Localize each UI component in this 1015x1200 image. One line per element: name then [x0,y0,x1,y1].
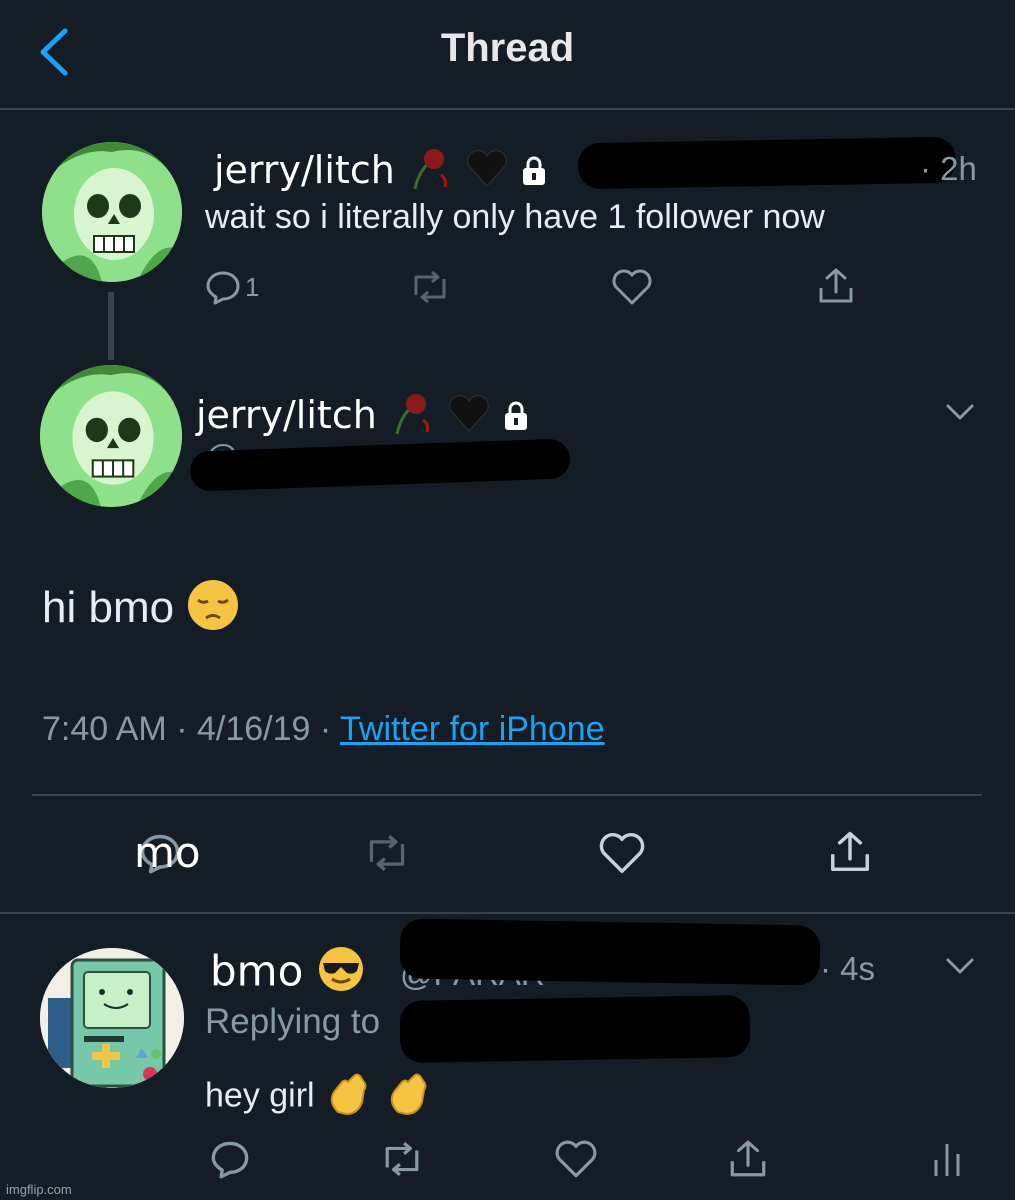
redacted-handle [399,918,821,986]
tweet1-name-row: jerry/litch [214,145,547,200]
avatar-jerry-main[interactable] [40,365,182,507]
reply-name-row: bmo [210,945,365,1003]
reply-analytics-button[interactable] [922,1134,972,1184]
reply-like-button[interactable] [546,1134,606,1184]
reply-text: hey girl [205,1076,315,1115]
analytics-icon [934,1144,960,1176]
waving-hand-icon [324,1068,374,1127]
share-icon [730,1140,766,1177]
main-tweet-menu-button[interactable] [935,392,985,432]
lock-icon [503,396,529,440]
main-timestamp: 7:40 AM · 4/16/19 · [42,710,340,748]
pensive-face-icon [186,578,240,643]
share-icon [831,831,869,871]
heart-icon [612,269,652,305]
share-icon [819,268,853,303]
heart-icon [599,833,645,873]
thread-connector-line [108,292,114,360]
redacted-handle [577,136,957,190]
main-display-name[interactable]: jerry/litch [196,393,377,437]
main-name-row: jerry/litch [196,390,529,445]
reply-time: · 4s [820,950,876,987]
black-heart-icon [447,393,491,442]
bmo-avatar-image [40,948,184,1088]
tweet1-display-name[interactable]: jerry/litch [214,148,395,192]
main-tweet-text-row: hi bmo [42,578,240,643]
main-tweet-text: hi bmo [42,583,175,633]
retweet-icon [385,1141,419,1177]
heart-icon [555,1140,597,1178]
skull-avatar-image [42,142,182,282]
thread-header: Thread [0,0,1015,110]
reply-retweet-button[interactable] [372,1134,432,1184]
wilted-rose-icon [389,390,435,445]
retweet-icon [369,835,405,871]
tweet1-like-button[interactable] [602,262,662,312]
tweet1-reply-button[interactable]: 1 [205,262,285,312]
retweet-icon [414,270,446,304]
wilted-rose-icon [407,145,453,200]
overlay-text: mo [134,828,201,877]
waving-hand-icon [384,1068,434,1127]
replying-to-label: Replying to [205,1002,381,1041]
avatar-bmo[interactable] [40,948,184,1088]
tweet1-share-button[interactable] [806,260,866,312]
chevron-down-icon [946,404,974,420]
skull-avatar-image [40,365,182,507]
sunglasses-face-icon [317,945,365,1003]
reply-display-name[interactable]: bmo [210,947,303,996]
lock-icon [521,151,547,195]
divider [0,912,1015,914]
reply-text-row: hey girl [205,1068,434,1127]
watermark: imgflip.com [6,1182,72,1197]
tweet1-text: wait so i literally only have 1 follower… [205,198,825,236]
reply-icon [211,1141,249,1179]
tweet1-retweet-button[interactable] [400,262,460,312]
divider [32,794,982,796]
reply-share-button[interactable] [718,1132,778,1186]
redacted-handle [189,438,571,492]
avatar-jerry[interactable] [42,142,182,282]
reply-icon [206,271,240,305]
black-heart-icon [465,148,509,197]
reply-reply-button[interactable] [202,1134,258,1184]
tweet1-time: · 2h [920,150,977,187]
source-link[interactable]: Twitter for iPhone [340,710,605,748]
main-timestamp-row: 7:40 AM · 4/16/19 · Twitter for iPhone [42,710,605,749]
main-share-button[interactable] [818,822,882,882]
redacted-reply-handle[interactable] [399,994,751,1064]
page-title: Thread [440,26,575,70]
reply-menu-button[interactable] [935,946,985,986]
main-retweet-button[interactable] [355,825,419,881]
main-like-button[interactable] [590,825,654,881]
tweet1-reply-count: 1 [245,271,260,302]
chevron-down-icon [946,958,974,974]
